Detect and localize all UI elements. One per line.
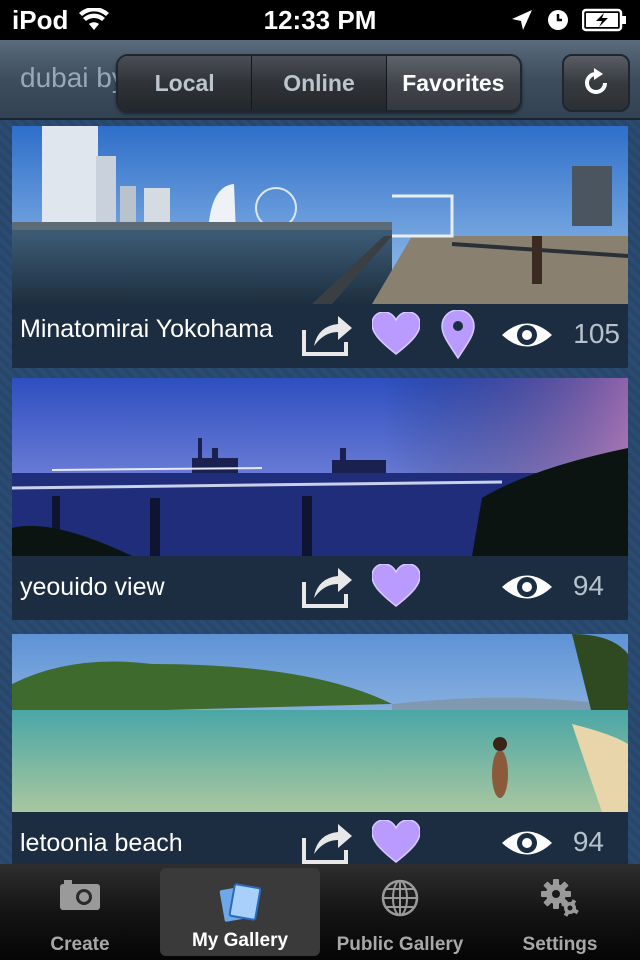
wifi-icon bbox=[79, 8, 110, 30]
views-eye-icon bbox=[502, 323, 552, 347]
item-info-row: letoonia beach 94 bbox=[12, 812, 628, 864]
tab-bar: Create My Gallery Public Gallery Setting… bbox=[0, 864, 640, 960]
favorite-heart-icon[interactable] bbox=[372, 564, 420, 608]
tab-label: Create bbox=[50, 934, 110, 955]
view-count: 94 bbox=[572, 570, 604, 601]
views-eye-icon bbox=[502, 575, 552, 599]
tab-my-gallery[interactable]: My Gallery bbox=[160, 868, 320, 956]
segment-online[interactable]: Online bbox=[252, 56, 387, 110]
view-count: 94 bbox=[572, 826, 604, 857]
gear-icon bbox=[541, 879, 579, 917]
view-count: 105 bbox=[573, 318, 620, 349]
photos-icon bbox=[219, 883, 262, 922]
list-item[interactable]: yeouido view 94 bbox=[12, 378, 628, 620]
segment-local[interactable]: Local bbox=[118, 56, 253, 110]
share-icon[interactable] bbox=[300, 312, 354, 358]
refresh-icon bbox=[585, 68, 607, 94]
list-item[interactable]: letoonia beach 94 bbox=[12, 634, 628, 864]
tab-create[interactable]: Create bbox=[0, 864, 160, 960]
location-arrow-icon bbox=[512, 10, 532, 30]
battery-charging-icon bbox=[582, 8, 626, 32]
favorite-heart-icon[interactable] bbox=[372, 312, 420, 356]
tab-label: Public Gallery bbox=[336, 934, 464, 955]
item-title: Minatomirai Yokohama bbox=[20, 315, 273, 343]
gallery-list[interactable]: Minatomirai Yokohama 105 yeouido view 94… bbox=[0, 120, 640, 864]
camera-icon bbox=[60, 880, 100, 910]
status-bar: iPod 12:33 PM bbox=[0, 0, 640, 40]
item-info-row: yeouido view 94 bbox=[12, 556, 628, 620]
tab-public-gallery[interactable]: Public Gallery bbox=[320, 864, 480, 960]
background-title: dubai by bbox=[20, 62, 126, 93]
views-eye-icon bbox=[502, 831, 552, 855]
carrier-label: iPod bbox=[12, 4, 69, 35]
globe-icon bbox=[381, 879, 419, 917]
tab-label: My Gallery bbox=[191, 930, 289, 951]
source-segmented-control: Local Online Favorites bbox=[116, 54, 522, 112]
panorama-photo[interactable] bbox=[12, 634, 628, 812]
tab-settings[interactable]: Settings bbox=[480, 864, 640, 960]
item-title: yeouido view bbox=[20, 573, 165, 601]
panorama-photo[interactable] bbox=[12, 378, 628, 556]
list-item[interactable]: Minatomirai Yokohama 105 bbox=[12, 126, 628, 368]
item-info-row: Minatomirai Yokohama 105 bbox=[12, 304, 628, 368]
share-icon[interactable] bbox=[300, 820, 354, 864]
panorama-photo[interactable] bbox=[12, 126, 628, 304]
favorite-heart-icon[interactable] bbox=[372, 820, 420, 864]
share-icon[interactable] bbox=[300, 564, 354, 610]
refresh-button[interactable] bbox=[562, 54, 630, 112]
navigation-bar: dubai by Local Online Favorites bbox=[0, 40, 640, 120]
alarm-clock-icon bbox=[548, 10, 568, 30]
location-pin-icon[interactable] bbox=[440, 310, 476, 360]
tab-label: Settings bbox=[522, 934, 598, 955]
segment-favorites[interactable]: Favorites bbox=[386, 56, 520, 110]
item-title: letoonia beach bbox=[20, 829, 183, 857]
